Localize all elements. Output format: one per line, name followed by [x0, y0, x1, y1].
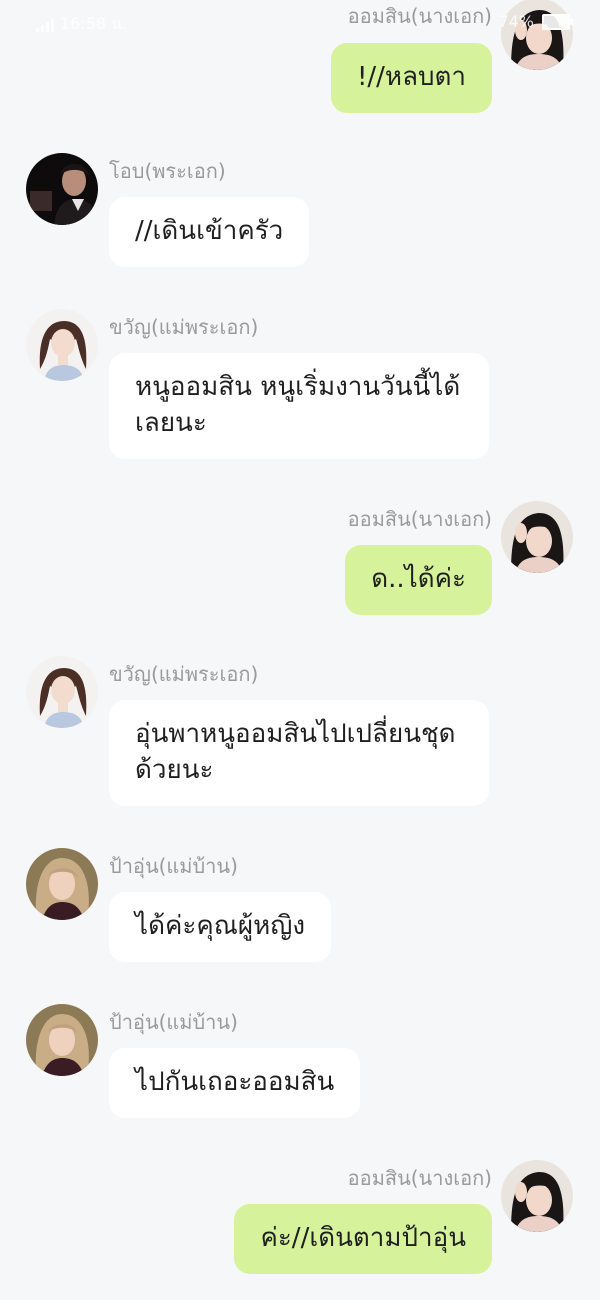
chat-message: ขวัญ(แม่พระเอก) หนูออมสิน หนูเริ่มงานวัน… — [0, 309, 600, 461]
omsin-avatar-icon[interactable] — [501, 501, 573, 573]
kwan-avatar-icon[interactable] — [26, 309, 98, 381]
status-time: 16:58 น. — [60, 14, 128, 33]
message-bubble[interactable]: ไปกันเถอะออมสิน — [109, 1048, 361, 1118]
sender-name: โอบ(พระเอก) — [109, 159, 226, 183]
status-bar: 16:58 น. 74% — [0, 0, 600, 46]
message-bubble[interactable]: //เดินเข้าครัว — [109, 197, 310, 267]
sender-name: ออมสิน(นางเอก) — [347, 507, 492, 531]
signal-icon — [36, 18, 54, 32]
sender-name: ขวัญ(แม่พระเอก) — [109, 315, 259, 339]
message-bubble[interactable]: !//หลบตา — [330, 43, 492, 113]
omsin-avatar-icon[interactable] — [501, 1160, 573, 1232]
message-bubble[interactable]: ค่ะ//เดินตามป้าอุ่น — [234, 1204, 492, 1274]
kwan-avatar-icon[interactable] — [26, 656, 98, 728]
chat-message: ขวัญ(แม่พระเอก) อุ่นพาหนูออมสินไปเปลี่ยน… — [0, 656, 600, 808]
chat-message: ป้าอุ่น(แม่บ้าน) ไปกันเถอะออมสิน — [0, 1004, 600, 1120]
obb-avatar-icon[interactable] — [26, 153, 98, 225]
chat-message: โอบ(พระเอก) //เดินเข้าครัว — [0, 153, 600, 269]
chat-message: ออมสิน(นางเอก) ค่ะ//เดินตามป้าอุ่น — [0, 1160, 600, 1276]
message-bubble[interactable]: ด..ได้ค่ะ — [345, 545, 492, 615]
status-right: 74% — [498, 12, 573, 31]
sender-name: ป้าอุ่น(แม่บ้าน) — [109, 1010, 238, 1034]
message-bubble[interactable]: ได้ค่ะคุณผู้หญิง — [109, 892, 332, 962]
battery-icon — [542, 13, 573, 30]
message-bubble[interactable]: หนูออมสิน หนูเริ่มงานวันนี้ได้เลยนะ — [109, 353, 489, 459]
sender-name: ออมสิน(นางเอก) — [347, 1166, 492, 1190]
message-bubble[interactable]: อุ่นพาหนูออมสินไปเปลี่ยนชุดด้วยนะ — [109, 700, 489, 806]
chat-message: ออมสิน(นางเอก) ด..ได้ค่ะ — [0, 501, 600, 617]
battery-percent: 74% — [498, 12, 534, 31]
sender-name: ป้าอุ่น(แม่บ้าน) — [109, 854, 238, 878]
aun-avatar-icon[interactable] — [26, 1004, 98, 1076]
aun-avatar-icon[interactable] — [26, 848, 98, 920]
sender-name: ขวัญ(แม่พระเอก) — [109, 662, 259, 686]
status-left: 16:58 น. — [36, 12, 127, 37]
chat-message: ป้าอุ่น(แม่บ้าน) ได้ค่ะคุณผู้หญิง — [0, 848, 600, 964]
